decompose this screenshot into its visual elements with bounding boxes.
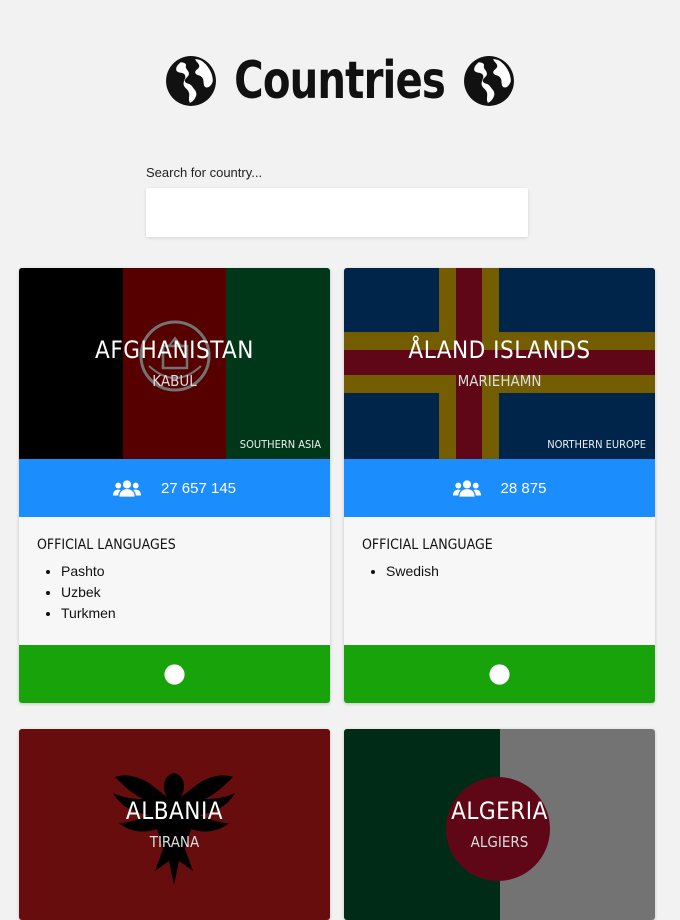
country-flag: ALBANIA TIRANA <box>19 729 330 920</box>
country-region: NORTHERN EUROPE <box>547 438 646 451</box>
globe-icon <box>463 55 515 107</box>
country-capital: MARIEHAMN <box>457 372 542 390</box>
population-bar: 27 657 145 <box>19 459 330 517</box>
country-capital: ALGIERS <box>470 833 529 851</box>
population-value: 28 875 <box>500 479 547 497</box>
country-region: SOUTHERN ASIA <box>239 438 321 451</box>
country-card: ÅLAND ISLANDS MARIEHAMN NORTHERN EUROPE … <box>344 268 655 703</box>
country-link-button[interactable] <box>344 645 655 703</box>
country-capital: TIRANA <box>149 833 200 851</box>
languages-list: Swedish <box>362 561 637 582</box>
languages-title: OFFICIAL LANGUAGES <box>37 537 176 553</box>
users-icon <box>453 479 481 498</box>
population-bar: 28 875 <box>344 459 655 517</box>
country-name: ALGERIA <box>451 797 548 825</box>
languages-list: Pashto Uzbek Turkmen <box>37 561 312 624</box>
search-label: Search for country... <box>146 165 263 180</box>
country-card: AFGHANISTAN KABUL SOUTHERN ASIA 27 657 1… <box>19 268 330 703</box>
crescent-mask <box>440 769 560 889</box>
language-item: Pashto <box>61 561 312 582</box>
language-item: Uzbek <box>61 582 312 603</box>
population-value: 27 657 145 <box>160 479 237 497</box>
globe-icon <box>489 664 510 685</box>
country-card: ALGERIA ALGIERS <box>344 729 655 920</box>
country-flag: ALGERIA ALGIERS <box>344 729 655 920</box>
language-item: Swedish <box>386 561 637 582</box>
globe-icon <box>164 664 185 685</box>
page-header: Countries <box>0 48 680 114</box>
languages-section: OFFICIAL LANGUAGE Swedish <box>344 517 655 645</box>
page-title: Countries <box>234 51 447 111</box>
country-name: ALBANIA <box>125 797 224 825</box>
country-flag: AFGHANISTAN KABUL SOUTHERN ASIA <box>19 268 330 459</box>
country-flag: ÅLAND ISLANDS MARIEHAMN NORTHERN EUROPE <box>344 268 655 459</box>
languages-section: OFFICIAL LANGUAGES Pashto Uzbek Turkmen <box>19 517 330 645</box>
search-input[interactable] <box>146 188 528 237</box>
country-name: ÅLAND ISLANDS <box>408 336 591 364</box>
language-item: Turkmen <box>61 603 312 624</box>
country-card: ALBANIA TIRANA <box>19 729 330 920</box>
languages-title: OFFICIAL LANGUAGE <box>362 537 493 553</box>
users-icon <box>113 479 141 498</box>
globe-icon <box>165 55 217 107</box>
country-link-button[interactable] <box>19 645 330 703</box>
country-capital: KABUL <box>152 372 197 390</box>
country-name: AFGHANISTAN <box>95 336 254 364</box>
